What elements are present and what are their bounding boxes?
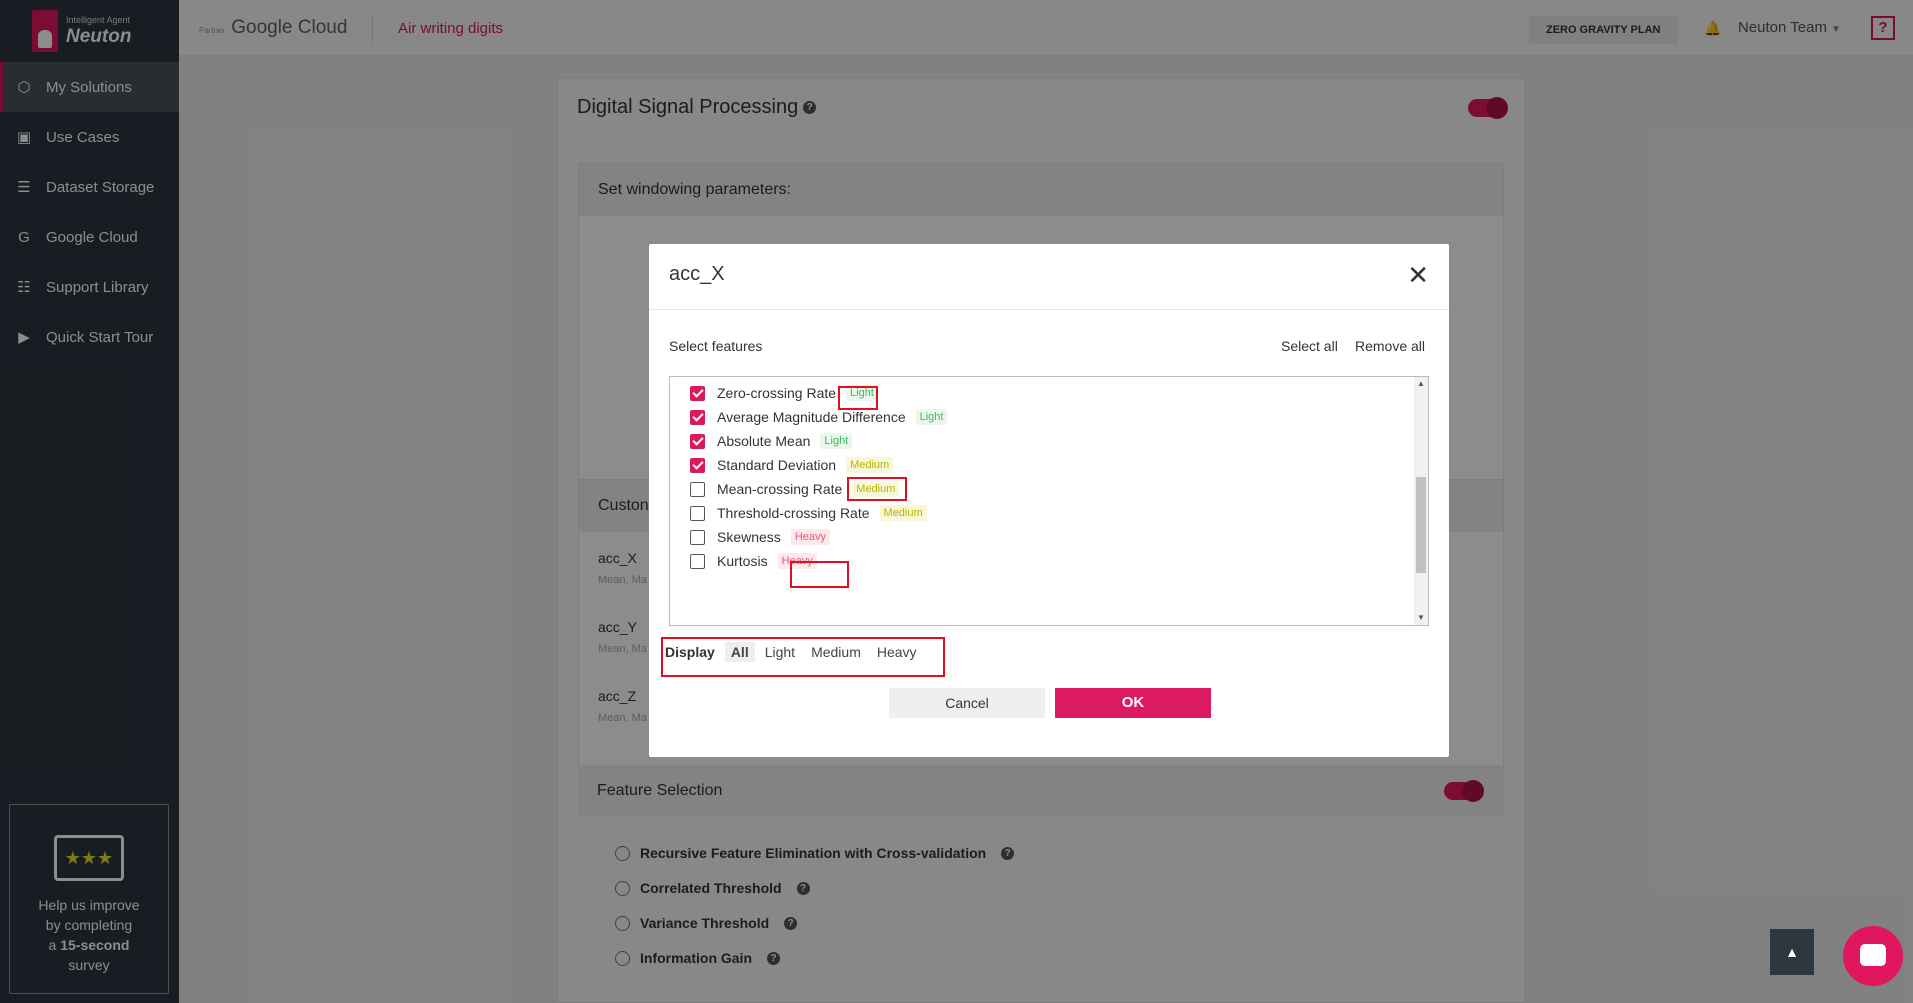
feature-name: Threshold-crossing Rate <box>717 505 870 521</box>
feature-name: Zero-crossing Rate <box>717 385 837 401</box>
feature-list-scrollbar[interactable]: ▲ ▼ <box>1414 377 1428 625</box>
feature-name: Kurtosis <box>717 553 768 569</box>
select-features-label: Select features <box>669 338 763 354</box>
feature-name: Absolute Mean <box>717 433 811 449</box>
scroll-up-arrow-icon[interactable]: ▲ <box>1414 377 1428 391</box>
feature-name: Mean-crossing Rate <box>717 481 843 497</box>
close-icon[interactable]: ✕ <box>1407 262 1429 288</box>
feature-row[interactable]: Threshold-crossing Rate Medium <box>690 501 927 525</box>
scroll-to-top-button[interactable]: ▲ <box>1770 929 1814 975</box>
select-all-link[interactable]: Select all <box>1281 338 1338 354</box>
highlight-box <box>838 386 878 410</box>
cancel-button[interactable]: Cancel <box>889 688 1045 718</box>
feature-row[interactable]: Standard Deviation Medium <box>690 453 894 477</box>
feature-checkbox[interactable] <box>690 553 705 569</box>
display-option-medium[interactable]: Medium <box>805 642 867 662</box>
scrollbar-thumb[interactable] <box>1416 477 1426 573</box>
scroll-down-arrow-icon[interactable]: ▼ <box>1414 611 1428 625</box>
feature-weight-tag: Heavy <box>790 529 830 545</box>
feature-weight-tag: Light <box>915 409 948 425</box>
display-label: Display <box>665 644 715 660</box>
feature-row[interactable]: Skewness Heavy <box>690 525 830 549</box>
feature-weight-tag: Medium <box>879 505 927 521</box>
feature-checkbox[interactable] <box>690 529 705 545</box>
feature-checkbox[interactable] <box>690 385 705 401</box>
display-filter: Display All Light Medium Heavy <box>665 642 923 662</box>
chat-bubble-icon[interactable] <box>1843 926 1903 986</box>
feature-checkbox[interactable] <box>690 505 705 521</box>
feature-checkbox[interactable] <box>690 409 705 425</box>
remove-all-link[interactable]: Remove all <box>1355 338 1425 354</box>
display-option-heavy[interactable]: Heavy <box>871 642 923 662</box>
feature-weight-tag: Light <box>820 433 853 449</box>
highlight-box <box>790 561 849 588</box>
display-option-all[interactable]: All <box>724 642 755 662</box>
feature-row[interactable]: Average Magnitude Difference Light <box>690 405 948 429</box>
feature-checkbox[interactable] <box>690 457 705 473</box>
modal-title: acc_X <box>669 263 725 285</box>
highlight-box <box>847 477 907 501</box>
feature-row[interactable]: Absolute Mean Light <box>690 429 853 453</box>
feature-name: Skewness <box>717 529 781 545</box>
feature-weight-tag: Medium <box>846 457 894 473</box>
feature-checkbox[interactable] <box>690 433 705 449</box>
display-option-light[interactable]: Light <box>759 642 801 662</box>
feature-name: Standard Deviation <box>717 457 837 473</box>
feature-name: Average Magnitude Difference <box>717 409 906 425</box>
ok-button[interactable]: OK <box>1055 688 1211 718</box>
chevron-up-icon: ▲ <box>1785 944 1799 960</box>
feature-checkbox[interactable] <box>690 481 705 497</box>
modal-header: acc_X ✕ <box>649 244 1449 310</box>
feature-list: Zero-crossing Rate Light Average Magnitude… <box>669 376 1429 626</box>
feature-modal: acc_X ✕ Select features Select all Remov… <box>649 244 1449 757</box>
